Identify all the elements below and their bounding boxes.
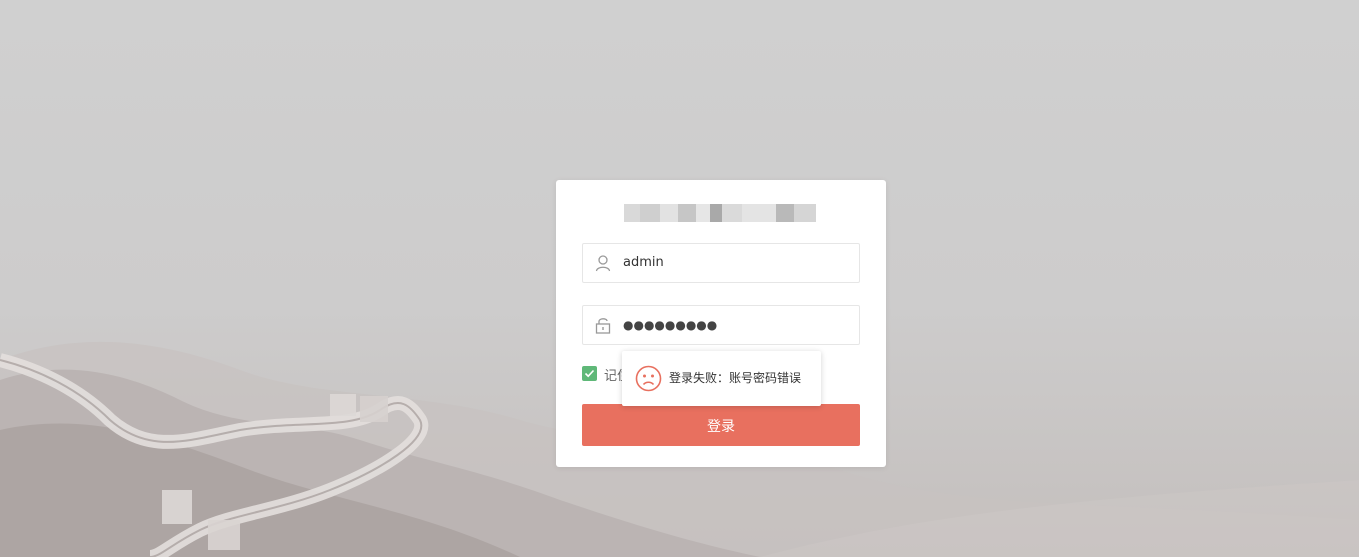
sad-face-icon — [635, 365, 662, 392]
login-card: admin ●●●●●●●●● 记住 登录 — [556, 180, 886, 467]
username-value: admin — [623, 255, 664, 270]
remember-checkbox[interactable] — [582, 366, 597, 381]
lock-icon — [595, 318, 611, 334]
check-icon — [584, 369, 595, 378]
username-field[interactable]: admin — [582, 243, 860, 283]
toast-message: 登录失败：账号密码错误 — [669, 371, 802, 385]
password-field[interactable]: ●●●●●●●●● — [582, 305, 860, 345]
app-title-redacted — [624, 204, 816, 222]
password-value: ●●●●●●●●● — [623, 318, 718, 332]
error-toast: 登录失败：账号密码错误 — [622, 351, 821, 406]
login-button[interactable]: 登录 — [582, 404, 860, 446]
user-icon — [595, 255, 611, 272]
